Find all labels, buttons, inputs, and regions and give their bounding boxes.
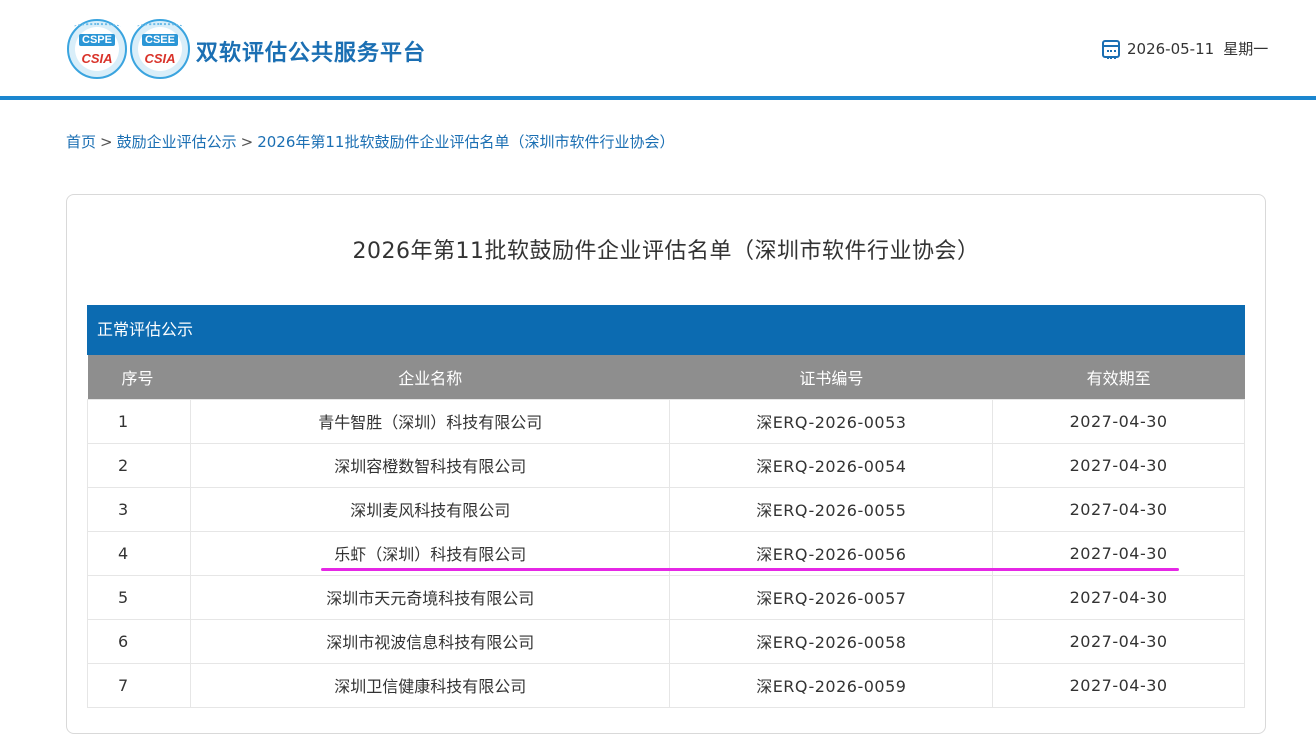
cell-company: 深圳市天元奇境科技有限公司: [189, 574, 671, 620]
cell-expiry: 2027-04-30: [992, 662, 1245, 708]
breadcrumb: 首页 > 鼓励企业评估公示 >2026年第11批软鼓励件企业评估名单（深圳市软件行业协…: [66, 131, 674, 152]
cell-company: 深圳卫信健康科技有限公司: [189, 662, 671, 708]
table-row: 5 深圳市天元奇境科技有限公司 深ERQ-2026-0057 2027-04-3…: [87, 574, 1245, 620]
cell-certificate: 深ERQ-2026-0057: [669, 574, 994, 620]
column-header-certificate: 证书编号: [669, 355, 993, 399]
cell-certificate: 深ERQ-2026-0059: [669, 662, 994, 708]
breadcrumb-category-link[interactable]: 鼓励企业评估公示: [117, 133, 237, 151]
cell-expiry: 2027-04-30: [992, 442, 1245, 488]
cell-expiry: 2027-04-30: [992, 398, 1245, 444]
cell-company: 深圳市视波信息科技有限公司: [189, 618, 671, 664]
cell-index: 4: [87, 530, 191, 576]
section-header: 正常评估公示: [87, 305, 1245, 355]
row-highlight-underline: [321, 568, 1179, 571]
current-date: 2026-05-11: [1127, 39, 1215, 58]
calendar-icon: [1102, 39, 1120, 59]
cell-index: 2: [87, 442, 191, 488]
cell-company: 深圳容橙数智科技有限公司: [189, 442, 671, 488]
date-display: 2026-05-11 星期一: [1102, 38, 1268, 59]
breadcrumb-current-link[interactable]: 2026年第11批软鼓励件企业评估名单（深圳市软件行业协会）: [257, 133, 674, 151]
logo-ring: [73, 23, 121, 31]
cell-index: 7: [87, 662, 191, 708]
cell-certificate: 深ERQ-2026-0055: [669, 486, 994, 532]
cell-certificate: 深ERQ-2026-0053: [669, 398, 994, 444]
breadcrumb-separator: >: [100, 133, 113, 151]
current-weekday: 星期一: [1223, 40, 1269, 58]
page-title: 2026年第11批软鼓励件企业评估名单（深圳市软件行业协会）: [352, 239, 980, 264]
site-header: CSPE CSIA CSEE CSIA 双软评估公共服务平台 2026-05-1…: [0, 0, 1316, 97]
logo-ring: [136, 23, 184, 31]
cell-expiry: 2027-04-30: [992, 486, 1245, 532]
cell-index: 3: [87, 486, 191, 532]
column-header-index: 序号: [87, 355, 191, 399]
header-divider: [0, 96, 1316, 100]
table-row: 1 青牛智胜（深圳）科技有限公司 深ERQ-2026-0053 2027-04-…: [87, 398, 1245, 444]
cspe-logo[interactable]: CSPE CSIA: [67, 19, 127, 79]
cell-certificate: 深ERQ-2026-0058: [669, 618, 994, 664]
cell-index: 6: [87, 618, 191, 664]
cell-company: 深圳麦风科技有限公司: [189, 486, 671, 532]
logo-mark: CSIA: [144, 51, 176, 66]
column-header-expiry: 有效期至: [992, 355, 1245, 399]
cell-expiry: 2027-04-30: [992, 618, 1245, 664]
cell-index: 1: [87, 398, 191, 444]
cell-expiry: 2027-04-30: [992, 574, 1245, 620]
results-table: 序号 企业名称 证书编号 有效期至 1 青牛智胜（深圳）科技有限公司 深ERQ-…: [87, 355, 1245, 708]
cell-certificate: 深ERQ-2026-0054: [669, 442, 994, 488]
cell-company: 青牛智胜（深圳）科技有限公司: [189, 398, 671, 444]
table-row: 7 深圳卫信健康科技有限公司 深ERQ-2026-0059 2027-04-30: [87, 662, 1245, 708]
table-row: 3 深圳麦风科技有限公司 深ERQ-2026-0055 2027-04-30: [87, 486, 1245, 532]
logo-mark: CSIA: [81, 51, 113, 66]
breadcrumb-separator: >: [240, 133, 254, 151]
logo-abbr: CSPE: [79, 34, 115, 46]
table-header-row: 序号 企业名称 证书编号 有效期至: [87, 355, 1245, 399]
column-header-company: 企业名称: [190, 355, 670, 399]
logo-abbr: CSEE: [142, 34, 178, 46]
csee-logo[interactable]: CSEE CSIA: [130, 19, 190, 79]
breadcrumb-home-link[interactable]: 首页: [66, 133, 96, 151]
table-row: 6 深圳市视波信息科技有限公司 深ERQ-2026-0058 2027-04-3…: [87, 618, 1245, 664]
table-row: 2 深圳容橙数智科技有限公司 深ERQ-2026-0054 2027-04-30: [87, 442, 1245, 488]
cell-index: 5: [87, 574, 191, 620]
site-title[interactable]: 双软评估公共服务平台: [196, 35, 426, 67]
content-panel: 2026年第11批软鼓励件企业评估名单（深圳市软件行业协会） 正常评估公示 序号…: [66, 194, 1266, 734]
